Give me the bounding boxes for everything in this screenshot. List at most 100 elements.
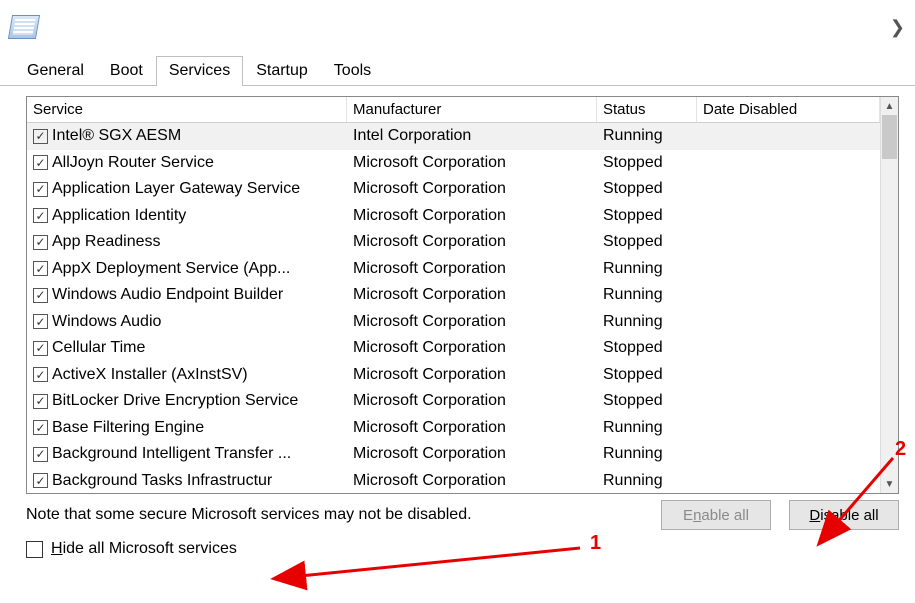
service-status: Running	[597, 470, 697, 492]
table-row[interactable]: Background Intelligent Transfer ... Micro…	[27, 441, 880, 468]
service-name: Application Layer Gateway Service	[52, 180, 300, 198]
service-status: Running	[597, 284, 697, 306]
service-manufacturer: Microsoft Corporation	[347, 417, 597, 439]
service-checkbox[interactable]	[33, 341, 48, 356]
service-status: Stopped	[597, 337, 697, 359]
col-service[interactable]: Service	[27, 97, 347, 122]
service-status: Stopped	[597, 152, 697, 174]
service-date-disabled	[697, 479, 880, 483]
table-row[interactable]: Application Identity Microsoft Corporatio…	[27, 203, 880, 230]
tab-startup[interactable]: Startup	[243, 56, 321, 86]
service-checkbox[interactable]	[33, 288, 48, 303]
table-row[interactable]: Intel® SGX AESM Intel CorporationRunning	[27, 123, 880, 150]
service-checkbox[interactable]	[33, 394, 48, 409]
chevron-right-icon: ❯	[890, 17, 905, 38]
table-row[interactable]: Cellular TimeMicrosoft CorporationStoppe…	[27, 335, 880, 362]
tab-strip: GeneralBootServicesStartupTools	[0, 54, 915, 86]
service-manufacturer: Microsoft Corporation	[347, 152, 597, 174]
service-manufacturer: Microsoft Corporation	[347, 205, 597, 227]
service-checkbox[interactable]	[33, 235, 48, 250]
service-name: ActiveX Installer (AxInstSV)	[52, 366, 248, 384]
scroll-up-icon[interactable]: ▲	[881, 97, 898, 115]
table-row[interactable]: ActiveX Installer (AxInstSV)Microsoft Co…	[27, 362, 880, 389]
disable-all-button[interactable]: Disable all	[789, 500, 899, 530]
service-date-disabled	[697, 134, 880, 138]
service-date-disabled	[697, 320, 880, 324]
service-name: AppX Deployment Service (App...	[52, 260, 290, 278]
service-manufacturer: Microsoft Corporation	[347, 443, 597, 465]
service-status: Running	[597, 311, 697, 333]
service-checkbox[interactable]	[33, 420, 48, 435]
service-status: Running	[597, 417, 697, 439]
service-status: Stopped	[597, 390, 697, 412]
hide-ms-services-checkbox[interactable]	[26, 541, 43, 558]
service-name: Application Identity	[52, 207, 186, 225]
service-manufacturer: Microsoft Corporation	[347, 470, 597, 492]
service-name: Windows Audio Endpoint Builder	[52, 286, 283, 304]
service-checkbox[interactable]	[33, 447, 48, 462]
note-text: Note that some secure Microsoft services…	[26, 506, 472, 524]
enable-all-button[interactable]: Enable all	[661, 500, 771, 530]
hide-ms-services-label[interactable]: Hide all Microsoft services	[51, 540, 237, 558]
service-manufacturer: Microsoft Corporation	[347, 258, 597, 280]
service-checkbox[interactable]	[33, 367, 48, 382]
service-date-disabled	[697, 267, 880, 271]
service-name: Background Intelligent Transfer ...	[52, 445, 291, 463]
service-checkbox[interactable]	[33, 129, 48, 144]
table-row[interactable]: Base Filtering Engine Microsoft Corporati…	[27, 415, 880, 442]
service-name: Windows Audio	[52, 313, 161, 331]
scroll-down-icon[interactable]: ▼	[881, 475, 898, 493]
service-status: Stopped	[597, 178, 697, 200]
service-date-disabled	[697, 452, 880, 456]
service-name: AllJoyn Router Service	[52, 154, 214, 172]
service-date-disabled	[697, 161, 880, 165]
service-checkbox[interactable]	[33, 155, 48, 170]
service-status: Stopped	[597, 205, 697, 227]
service-name: BitLocker Drive Encryption Service	[52, 392, 298, 410]
service-status: Running	[597, 125, 697, 147]
service-date-disabled	[697, 399, 880, 403]
table-row[interactable]: AllJoyn Router Service Microsoft Corporat…	[27, 150, 880, 177]
scroll-thumb[interactable]	[882, 115, 897, 159]
col-status[interactable]: Status	[597, 97, 697, 122]
service-manufacturer: Microsoft Corporation	[347, 311, 597, 333]
column-headers[interactable]: Service Manufacturer Status Date Disable…	[27, 97, 880, 123]
tab-general[interactable]: General	[14, 56, 97, 86]
service-date-disabled	[697, 346, 880, 350]
service-name: App Readiness	[52, 233, 161, 251]
col-date-disabled[interactable]: Date Disabled	[697, 97, 880, 122]
service-checkbox[interactable]	[33, 208, 48, 223]
scroll-track[interactable]	[881, 115, 898, 475]
service-manufacturer: Microsoft Corporation	[347, 284, 597, 306]
msconfig-icon	[8, 15, 40, 39]
service-rows: Intel® SGX AESMIntel CorporationRunningA…	[27, 123, 880, 493]
service-name: Intel® SGX AESM	[52, 127, 181, 145]
table-row[interactable]: Windows Audio Endpoint Builder Microsoft …	[27, 282, 880, 309]
table-row[interactable]: AppX Deployment Service (App... Microsoft…	[27, 256, 880, 283]
services-list: Service Manufacturer Status Date Disable…	[26, 96, 899, 494]
tab-tools[interactable]: Tools	[321, 56, 384, 86]
service-checkbox[interactable]	[33, 261, 48, 276]
col-manufacturer[interactable]: Manufacturer	[347, 97, 597, 122]
service-date-disabled	[697, 426, 880, 430]
service-manufacturer: Microsoft Corporation	[347, 231, 597, 253]
service-date-disabled	[697, 187, 880, 191]
tab-services[interactable]: Services	[156, 56, 243, 86]
table-row[interactable]: App ReadinessMicrosoft CorporationStoppe…	[27, 229, 880, 256]
service-checkbox[interactable]	[33, 182, 48, 197]
service-manufacturer: Microsoft Corporation	[347, 178, 597, 200]
service-name: Background Tasks Infrastructur	[52, 472, 272, 490]
service-manufacturer: Intel Corporation	[347, 125, 597, 147]
service-checkbox[interactable]	[33, 473, 48, 488]
table-row[interactable]: Application Layer Gateway Service Microso…	[27, 176, 880, 203]
service-name: Base Filtering Engine	[52, 419, 204, 437]
service-date-disabled	[697, 293, 880, 297]
service-status: Running	[597, 443, 697, 465]
table-row[interactable]: Background Tasks Infrastructur Microsoft …	[27, 468, 880, 494]
service-date-disabled	[697, 240, 880, 244]
service-checkbox[interactable]	[33, 314, 48, 329]
tab-boot[interactable]: Boot	[97, 56, 156, 86]
table-row[interactable]: BitLocker Drive Encryption ServiceMicros…	[27, 388, 880, 415]
vertical-scrollbar[interactable]: ▲ ▼	[880, 97, 898, 493]
table-row[interactable]: Windows Audio Microsoft CorporationRunnin…	[27, 309, 880, 336]
